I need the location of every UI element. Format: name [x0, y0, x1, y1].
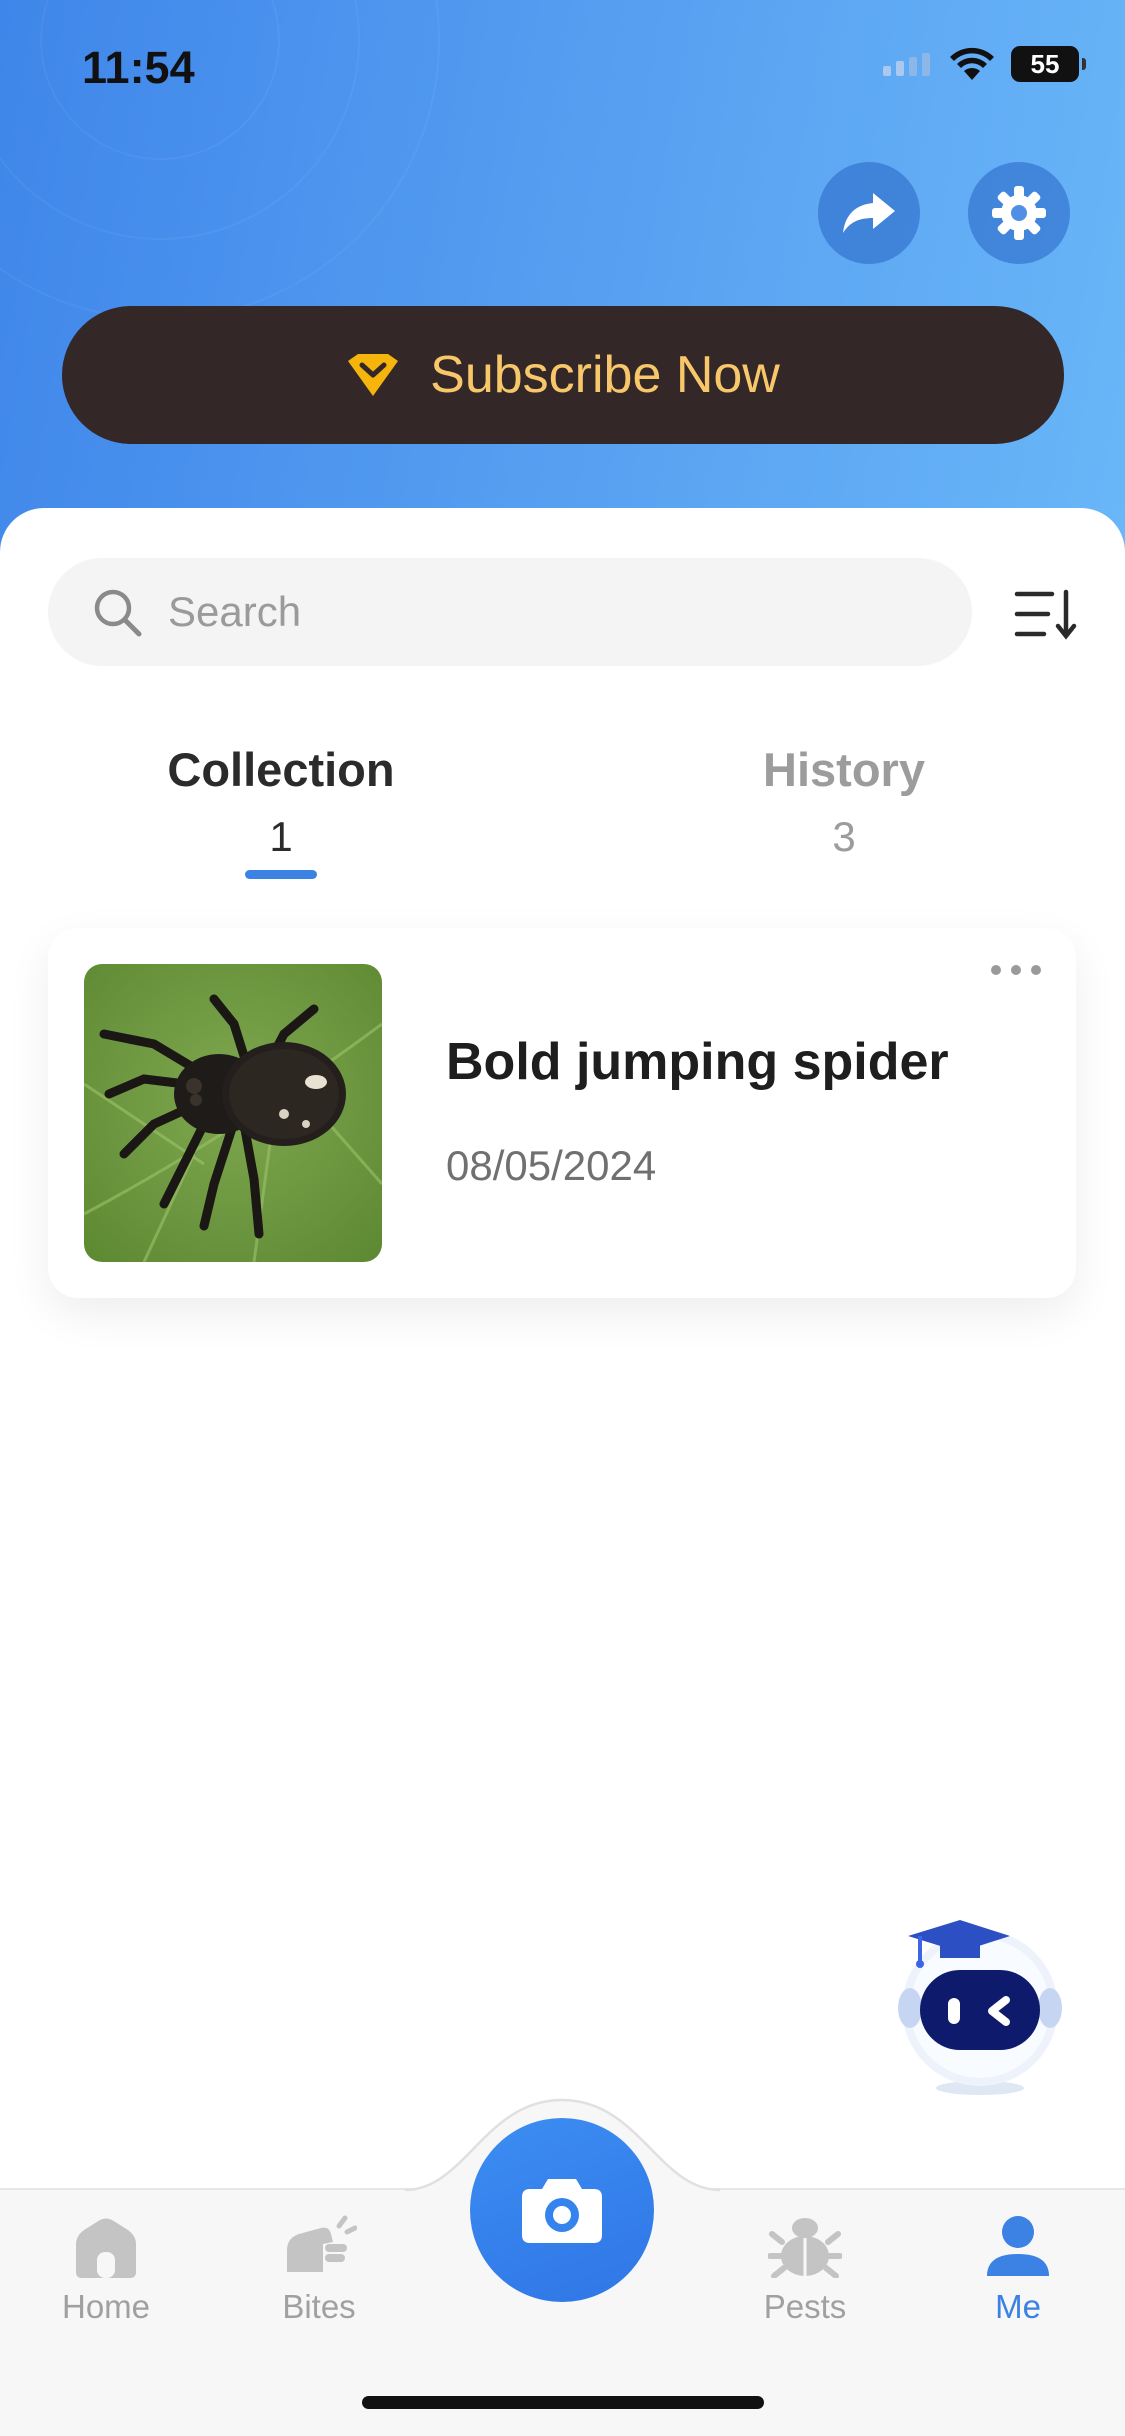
search-placeholder: Search [168, 588, 302, 635]
nav-me-label: Me [995, 2288, 1041, 2325]
robot-assistant-icon [898, 1920, 1062, 2095]
bug-icon [768, 2218, 842, 2278]
status-icons: 55 [881, 46, 1086, 82]
collection-item[interactable]: Bold jumping spider 08/05/2024 [48, 928, 1076, 1298]
tab-collection-count: 1 [269, 813, 293, 860]
tab-history-count: 3 [832, 813, 856, 860]
search-input[interactable]: Search [48, 558, 972, 666]
assistant-button[interactable] [890, 1908, 1070, 2098]
home-icon [76, 2218, 136, 2278]
battery-icon: 55 [1011, 46, 1086, 82]
status-time: 11:54 [82, 42, 195, 93]
sort-button[interactable] [1014, 586, 1078, 642]
nav-bites-label: Bites [282, 2288, 356, 2325]
nav-pests-label: Pests [763, 2288, 847, 2325]
share-button[interactable] [818, 162, 920, 264]
nav-me[interactable]: Me [938, 2208, 1098, 2326]
share-icon [843, 193, 895, 233]
nav-home-label: Home [61, 2288, 151, 2325]
item-more-button[interactable] [986, 958, 1046, 982]
gear-icon [992, 186, 1046, 240]
signal-icon [883, 53, 930, 76]
subscribe-label: Subscribe Now [430, 346, 780, 404]
nav-pests[interactable]: Pests [725, 2208, 885, 2326]
tab-indicator [245, 870, 317, 879]
home-indicator [362, 2396, 764, 2409]
subscribe-button[interactable]: Subscribe Now [62, 306, 1064, 444]
nav-bites[interactable]: Bites [239, 2208, 399, 2326]
battery-level: 55 [1030, 48, 1060, 79]
camera-icon [522, 2179, 602, 2243]
item-title: Bold jumping spider [446, 1033, 949, 1091]
camera-button[interactable] [470, 2118, 654, 2302]
search-icon [94, 589, 142, 637]
tab-collection-label: Collection [167, 743, 395, 796]
nav-home[interactable]: Home [26, 2208, 186, 2326]
user-icon [987, 2216, 1049, 2276]
bites-icon [287, 2215, 357, 2272]
spider-thumbnail [84, 964, 382, 1262]
sort-icon [1014, 589, 1077, 640]
tab-history-label: History [763, 743, 925, 796]
item-date: 08/05/2024 [446, 1142, 657, 1189]
more-dots-icon [991, 965, 1041, 975]
tab-collection[interactable]: Collection 1 [131, 742, 431, 861]
wifi-icon [950, 47, 994, 80]
header: 11:54 55 Subscribe Now [0, 0, 1125, 560]
diamond-icon [348, 354, 399, 396]
tab-history[interactable]: History 3 [694, 742, 994, 861]
settings-button[interactable] [968, 162, 1070, 264]
